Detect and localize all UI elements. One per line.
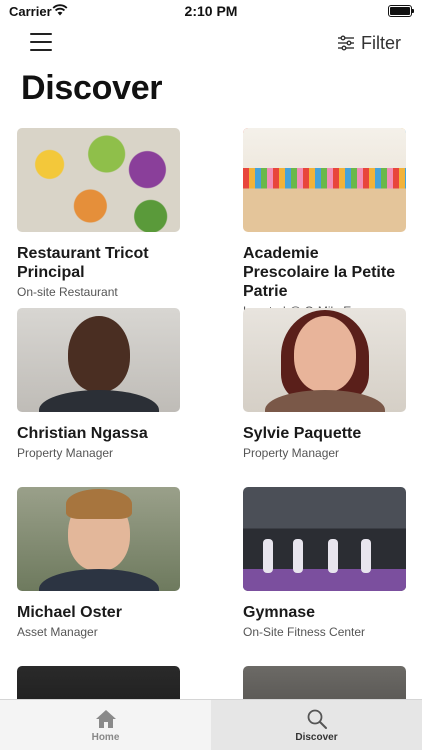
tab-label: Discover xyxy=(295,732,338,743)
card-title: Restaurant Tricot Principal xyxy=(17,245,149,281)
home-icon xyxy=(95,710,116,728)
status-bar: Carrier 2:10 PM xyxy=(0,0,422,22)
card-person-michael[interactable]: Michael Oster Asset Manager xyxy=(17,487,180,639)
card-image xyxy=(17,128,180,232)
clock: 2:10 PM xyxy=(184,3,238,19)
card-partial[interactable] xyxy=(17,666,180,700)
tab-label: Home xyxy=(91,732,120,743)
page-title: Discover xyxy=(21,69,163,107)
card-subtitle: Property Manager xyxy=(243,446,340,460)
card-subtitle: Property Manager xyxy=(17,446,114,460)
avatar xyxy=(17,487,180,591)
search-icon xyxy=(307,709,327,729)
card-preschool[interactable]: Academie Prescolaire la Petite Patrie Lo… xyxy=(243,128,406,318)
card-image xyxy=(243,487,406,591)
tab-bar: Home Discover xyxy=(0,699,422,750)
card-subtitle: On-Site Fitness Center xyxy=(243,625,366,639)
card-person-christian[interactable]: Christian Ngassa Property Manager xyxy=(17,308,180,460)
filter-label: Filter xyxy=(361,32,401,53)
filter-button[interactable]: Filter xyxy=(337,33,401,53)
battery-icon xyxy=(388,5,414,17)
tab-discover[interactable]: Discover xyxy=(211,700,422,750)
card-title: Sylvie Paquette xyxy=(243,425,362,442)
card-title: Academie Prescolaire la Petite Patrie xyxy=(243,245,396,300)
hamburger-menu-icon[interactable] xyxy=(30,33,52,51)
card-title: Gymnase xyxy=(243,604,316,621)
card-image xyxy=(243,128,406,232)
card-partial[interactable] xyxy=(243,666,406,700)
card-image xyxy=(17,666,180,700)
card-restaurant[interactable]: Restaurant Tricot Principal On-site Rest… xyxy=(17,128,180,299)
avatar xyxy=(243,308,406,412)
card-gym[interactable]: Gymnase On-Site Fitness Center xyxy=(243,487,406,639)
card-title: Christian Ngassa xyxy=(17,425,148,442)
card-image xyxy=(243,666,406,700)
tab-home[interactable]: Home xyxy=(0,700,211,750)
avatar xyxy=(17,308,180,412)
card-title: Michael Oster xyxy=(17,604,122,621)
card-subtitle: On-site Restaurant xyxy=(17,285,118,299)
discover-grid[interactable]: Restaurant Tricot Principal On-site Rest… xyxy=(0,128,422,700)
card-subtitle: Asset Manager xyxy=(17,625,98,639)
sliders-icon xyxy=(338,35,354,51)
card-person-sylvie[interactable]: Sylvie Paquette Property Manager xyxy=(243,308,406,460)
